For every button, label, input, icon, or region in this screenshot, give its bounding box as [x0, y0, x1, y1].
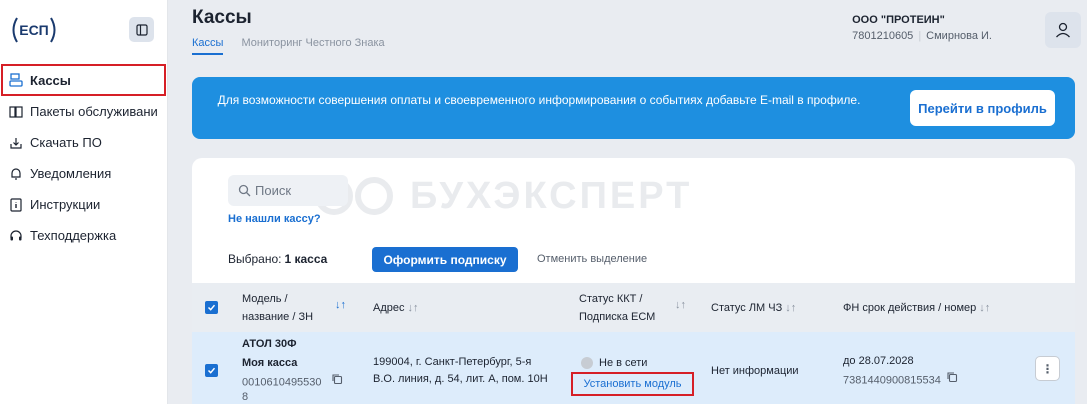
fn-number-line: 7381440900815534 — [843, 371, 958, 390]
column-header-address[interactable]: Адрес ↓↑ — [373, 299, 419, 317]
address-line: В.О. линия, д. 54, лит. А, пом. 10Н — [373, 373, 548, 385]
headset-icon — [9, 229, 23, 243]
org-inn: 7801210605 — [852, 30, 914, 42]
tab-kassy[interactable]: Кассы — [192, 37, 224, 55]
divider: | — [918, 30, 922, 42]
sidebar-collapse-button[interactable] — [129, 17, 154, 42]
bell-icon — [9, 167, 23, 181]
column-header-lm-status[interactable]: Статус ЛМ ЧЗ ↓↑ — [711, 299, 796, 317]
org-details: 7801210605 | Смирнова И. — [852, 30, 992, 42]
serial-number: 0010610495530 — [242, 373, 343, 392]
serial-text: 0010610495530 — [242, 376, 322, 389]
cell-lm-status: Нет информации — [711, 365, 799, 377]
search-icon — [238, 184, 251, 197]
model-name: АТОЛ 30Ф — [242, 338, 297, 350]
watermark: БУХЭКСПЕРТ — [312, 174, 692, 218]
cell-address: 199004, г. Санкт-Петербург, 5-я В.О. лин… — [373, 354, 548, 388]
sidebar-item-instructions[interactable]: Инструкции — [0, 189, 168, 220]
cancel-selection-button[interactable]: Отменить выделение — [537, 253, 647, 265]
copy-icon[interactable] — [331, 373, 343, 392]
sidebar-item-kassy[interactable]: Кассы — [1, 64, 166, 96]
column-header-model[interactable]: Модель / название / ЗН — [242, 290, 313, 326]
column-header-line: Подписка ЕСМ — [579, 311, 656, 323]
book-icon — [9, 105, 23, 119]
fn-date: до 28.07.2028 — [843, 355, 914, 367]
tab-monitoring[interactable]: Мониторинг Честного Знака — [241, 37, 384, 55]
sidebar-item-label: Уведомления — [30, 166, 112, 181]
banner-text: Для возможности совершения оплаты и свое… — [217, 93, 861, 107]
info-icon — [9, 197, 23, 212]
sidebar: ЕСП Кассы Пакеты обслуживани Скачать ПО — [0, 0, 168, 404]
logo-text: ЕСП — [19, 22, 49, 38]
cell-kkt-status: Не в сети — [581, 354, 647, 372]
watermark-text: БУХЭКСПЕРТ — [410, 174, 693, 217]
status-offline-icon — [581, 357, 593, 370]
column-header-line: Статус ККТ / — [579, 293, 643, 305]
org-name: ООО "ПРОТЕИН" — [852, 14, 945, 26]
check-icon — [207, 304, 216, 311]
sidebar-item-label: Инструкции — [30, 197, 101, 212]
table-header: Модель / название / ЗН ↓↑ Адрес ↓↑ Статус… — [192, 283, 1075, 332]
check-icon — [207, 367, 216, 374]
tab-bar: Кассы Мониторинг Честного Знака — [192, 37, 403, 55]
copy-icon[interactable] — [946, 371, 958, 390]
sort-icon[interactable]: ↓↑ — [785, 302, 796, 314]
column-header-line: Статус ЛМ ЧЗ — [711, 302, 783, 314]
cash-register-icon — [9, 73, 23, 87]
esp-logo[interactable]: ЕСП — [8, 14, 60, 46]
page-title: Кассы — [192, 7, 252, 28]
sidebar-item-label: Кассы — [30, 72, 71, 88]
sort-icon[interactable]: ↓↑ — [335, 299, 346, 311]
sidebar-nav: Кассы Пакеты обслуживани Скачать ПО Увед… — [0, 64, 168, 251]
selection-summary: Выбрано: 1 касса — [228, 252, 327, 266]
download-icon — [9, 136, 23, 150]
sidebar-item-label: Скачать ПО — [30, 135, 102, 150]
subscribe-button[interactable]: Оформить подписку — [372, 247, 518, 272]
sidebar-item-download[interactable]: Скачать ПО — [0, 127, 168, 158]
sidebar-item-label: Техподдержка — [30, 228, 117, 243]
column-header-line: Адрес — [373, 302, 405, 314]
column-header-line: ФН срок действия / номер — [843, 302, 977, 314]
email-banner: Для возможности совершения оплаты и свое… — [192, 77, 1075, 139]
column-header-line: Модель / — [242, 293, 288, 305]
column-header-kkt-status[interactable]: Статус ККТ / Подписка ЕСМ — [579, 290, 655, 326]
cell-model: АТОЛ 30Ф Моя касса 0010610495530 8 — [242, 335, 343, 404]
sort-icon[interactable]: ↓↑ — [675, 299, 686, 311]
go-to-profile-button[interactable]: Перейти в профиль — [910, 90, 1055, 126]
fn-number: 7381440900815534 — [843, 374, 941, 387]
sort-icon[interactable]: ↓↑ — [408, 302, 419, 314]
cash-registers-panel: БУХЭКСПЕРТ Поиск Не нашли кассу? Выбрано… — [192, 158, 1075, 404]
sidebar-item-label: Пакеты обслуживани — [30, 104, 158, 119]
column-header-fn[interactable]: ФН срок действия / номер ↓↑ — [843, 299, 990, 317]
column-header-line: название / ЗН — [242, 311, 314, 323]
sidebar-item-support[interactable]: Техподдержка — [0, 220, 168, 251]
user-icon — [1056, 22, 1070, 38]
profile-button[interactable] — [1045, 12, 1081, 48]
cell-fn: до 28.07.2028 7381440900815534 — [843, 352, 958, 390]
sidebar-item-packages[interactable]: Пакеты обслуживани — [0, 96, 168, 127]
selected-label: Выбрано: — [228, 252, 282, 266]
row-menu-button[interactable]: ⋮ — [1035, 356, 1060, 381]
install-module-link[interactable]: Установить модуль — [571, 372, 694, 396]
search-input[interactable]: Поиск — [228, 175, 348, 206]
sidebar-toggle-icon — [135, 23, 148, 36]
row-checkbox[interactable] — [205, 364, 218, 377]
sort-icon[interactable]: ↓↑ — [979, 302, 990, 314]
kkt-status-text: Не в сети — [599, 357, 648, 369]
kebab-icon: ⋮ — [1041, 361, 1054, 376]
selected-count: 1 касса — [284, 252, 328, 266]
address-line: 199004, г. Санкт-Петербург, 5-я — [373, 356, 532, 368]
not-found-link[interactable]: Не нашли кассу? — [228, 213, 321, 225]
user-name: Смирнова И. — [926, 30, 992, 42]
table-row[interactable]: АТОЛ 30Ф Моя касса 0010610495530 8 19900… — [192, 332, 1075, 404]
select-all-checkbox[interactable] — [205, 301, 218, 314]
search-placeholder: Поиск — [255, 183, 292, 198]
sidebar-item-notifications[interactable]: Уведомления — [0, 158, 168, 189]
org-info: ООО "ПРОТЕИН" 7801210605 | Смирнова И. — [852, 14, 992, 42]
register-name: Моя касса — [242, 357, 298, 369]
